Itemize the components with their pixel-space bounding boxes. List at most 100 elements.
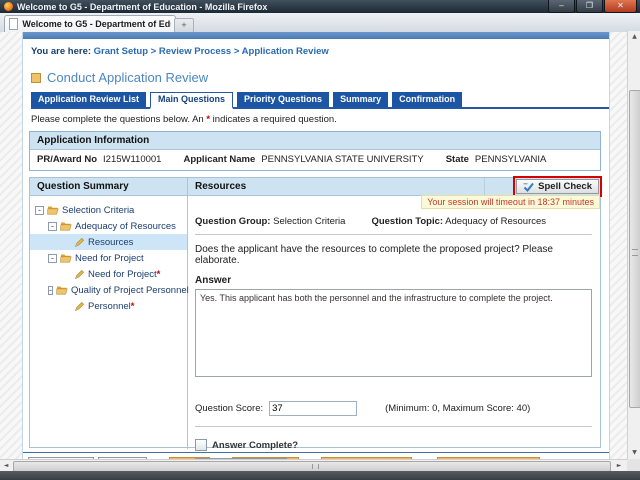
instruction-note: Please complete the questions below. An … bbox=[31, 114, 609, 125]
question-topic-value: Adequacy of Resources bbox=[443, 216, 546, 227]
tree-item-quality-of-project-personnel[interactable]: - Quality of Project Personnel bbox=[30, 282, 187, 298]
tab-main-questions[interactable]: Main Questions bbox=[150, 92, 233, 109]
folder-icon bbox=[47, 205, 59, 215]
page-heading: Conduct Application Review bbox=[31, 70, 609, 85]
tree-item-label: Personnel bbox=[88, 301, 131, 312]
answer-label: Answer bbox=[195, 275, 592, 286]
spell-check-icon bbox=[523, 182, 534, 192]
tree-item-need-for-project[interactable]: Need for Project* bbox=[30, 266, 187, 282]
panel-body: -Selection Criteria-Adequacy of Resource… bbox=[30, 196, 600, 449]
application-information-header: Application Information bbox=[30, 132, 600, 150]
new-tab-button[interactable]: + bbox=[174, 18, 194, 33]
close-button[interactable]: ✕ bbox=[604, 0, 637, 13]
window-title: Welcome to G5 - Department of Education … bbox=[17, 2, 267, 12]
field-state: State PENNSYLVANIA bbox=[446, 154, 547, 165]
bullet-square-icon bbox=[31, 73, 41, 83]
tab-confirmation[interactable]: Confirmation bbox=[392, 92, 462, 107]
pencil-icon bbox=[74, 301, 85, 312]
application-information-fields: PR/Award No I215W110001 Applicant Name PENN… bbox=[30, 150, 600, 170]
question-group-label: Question Group: bbox=[195, 216, 270, 227]
question-text: Does the applicant have the resources to… bbox=[195, 244, 592, 266]
page-viewport: You are here: Grant Setup > Review Proce… bbox=[0, 32, 627, 459]
scroll-up-icon[interactable]: ▲ bbox=[628, 31, 640, 43]
breadcrumb-prefix: You are here: bbox=[31, 46, 91, 57]
question-score-label: Question Score: bbox=[195, 403, 263, 414]
score-row: Question Score: (Minimum: 0, Maximum Sco… bbox=[195, 401, 592, 416]
horizontal-scrollbar[interactable]: ◄ ► bbox=[0, 459, 627, 471]
field-pr-award-no: PR/Award No I215W110001 bbox=[37, 154, 161, 165]
scrollbar-corner bbox=[627, 459, 640, 471]
field-label: State bbox=[446, 154, 469, 165]
window-bottom-edge bbox=[0, 471, 640, 480]
pencil-icon bbox=[74, 269, 85, 280]
answer-complete-label: Answer Complete? bbox=[212, 440, 298, 451]
tab-application-review-list[interactable]: Application Review List bbox=[31, 92, 146, 107]
tree-item-personnel[interactable]: Personnel* bbox=[30, 298, 187, 314]
score-range-text: (Minimum: 0, Maximum Score: 40) bbox=[385, 403, 530, 414]
folder-icon bbox=[60, 253, 72, 263]
tree-item-selection-criteria[interactable]: - Selection Criteria bbox=[30, 202, 187, 218]
top-nav-bar bbox=[23, 32, 609, 39]
required-asterisk: * bbox=[157, 269, 161, 280]
question-score-input[interactable] bbox=[269, 401, 357, 416]
spell-check-button[interactable]: Spell Check bbox=[516, 179, 599, 194]
vertical-scrollbar-thumb[interactable] bbox=[629, 90, 640, 408]
instruction-post: indicates a required question. bbox=[210, 114, 337, 125]
minimize-button[interactable]: – bbox=[548, 0, 575, 13]
window-titlebar: Welcome to G5 - Department of Education … bbox=[0, 0, 640, 14]
tree-item-adequacy-of-resources[interactable]: - Adequacy of Resources bbox=[30, 218, 187, 234]
pencil-icon bbox=[74, 237, 85, 248]
question-topic-label: Question Topic: bbox=[371, 216, 443, 227]
collapse-icon[interactable]: - bbox=[48, 254, 57, 263]
vertical-scrollbar[interactable]: ▲ ▼ bbox=[627, 31, 640, 459]
question-meta: Question Group: Selection Criteria Questi… bbox=[195, 216, 592, 227]
firefox-icon bbox=[4, 2, 13, 11]
tree-item-label: Resources bbox=[88, 237, 133, 248]
scroll-down-icon[interactable]: ▼ bbox=[628, 447, 640, 459]
instruction-pre: Please complete the questions below. An bbox=[31, 114, 206, 125]
maximize-button[interactable]: ❐ bbox=[576, 0, 603, 13]
session-timeout-message: Your session will timeout in 18:37 minut… bbox=[421, 195, 600, 209]
question-summary-header: Question Summary bbox=[30, 178, 188, 195]
review-panels: Question Summary Resources Spell Check Y… bbox=[29, 177, 601, 448]
tree-item-label: Need for Project bbox=[75, 253, 144, 264]
spell-check-label: Spell Check bbox=[538, 181, 592, 192]
tree-item-label: Need for Project bbox=[88, 269, 157, 280]
question-group-value: Selection Criteria bbox=[270, 216, 345, 227]
question-tree: -Selection Criteria-Adequacy of Resource… bbox=[30, 196, 188, 449]
page-content: You are here: Grant Setup > Review Proce… bbox=[22, 32, 610, 459]
answer-textarea[interactable]: Yes. This applicant has both the personn… bbox=[195, 289, 592, 377]
browser-tab-title: Welcome to G5 - Department of Edu... bbox=[22, 19, 171, 29]
page-favicon-icon bbox=[9, 18, 18, 30]
breadcrumb-path[interactable]: Grant Setup > Review Process > Applicati… bbox=[91, 46, 329, 57]
field-value: PENNSYLVANIA STATE UNIVERSITY bbox=[261, 154, 423, 165]
answer-complete-row: Answer Complete? bbox=[195, 439, 592, 451]
required-asterisk: * bbox=[131, 301, 135, 312]
folder-icon bbox=[60, 221, 72, 231]
tree-item-label: Quality of Project Personnel bbox=[71, 285, 189, 296]
tree-item-label: Adequacy of Resources bbox=[75, 221, 176, 232]
section-tabs: Application Review List Main Questions Pri… bbox=[31, 92, 609, 109]
field-value: I215W110001 bbox=[103, 154, 161, 165]
tab-summary[interactable]: Summary bbox=[333, 92, 388, 107]
field-value: PENNSYLVANIA bbox=[475, 154, 546, 165]
resources-header: Resources bbox=[188, 178, 485, 195]
answer-complete-checkbox[interactable] bbox=[195, 439, 207, 451]
tree-item-resources[interactable]: Resources bbox=[30, 234, 187, 250]
breadcrumb: You are here: Grant Setup > Review Proce… bbox=[31, 46, 609, 57]
folder-icon bbox=[56, 285, 68, 295]
field-label: PR/Award No bbox=[37, 154, 97, 165]
tree-item-label: Selection Criteria bbox=[62, 205, 134, 216]
field-label: Applicant Name bbox=[183, 154, 255, 165]
browser-tab[interactable]: Welcome to G5 - Department of Edu... bbox=[4, 15, 176, 32]
tab-priority-questions[interactable]: Priority Questions bbox=[237, 92, 329, 107]
page-title: Conduct Application Review bbox=[47, 70, 208, 85]
collapse-icon[interactable]: - bbox=[48, 286, 53, 295]
tree-item-need-for-project[interactable]: - Need for Project bbox=[30, 250, 187, 266]
collapse-icon[interactable]: - bbox=[35, 206, 44, 215]
application-information-box: Application Information PR/Award No I215W… bbox=[29, 131, 601, 171]
tab-strip: Welcome to G5 - Department of Edu... + bbox=[0, 13, 640, 33]
spell-check-annotation: Spell Check bbox=[513, 176, 602, 197]
collapse-icon[interactable]: - bbox=[48, 222, 57, 231]
field-applicant-name: Applicant Name PENNSYLVANIA STATE UNIVERS… bbox=[183, 154, 423, 165]
